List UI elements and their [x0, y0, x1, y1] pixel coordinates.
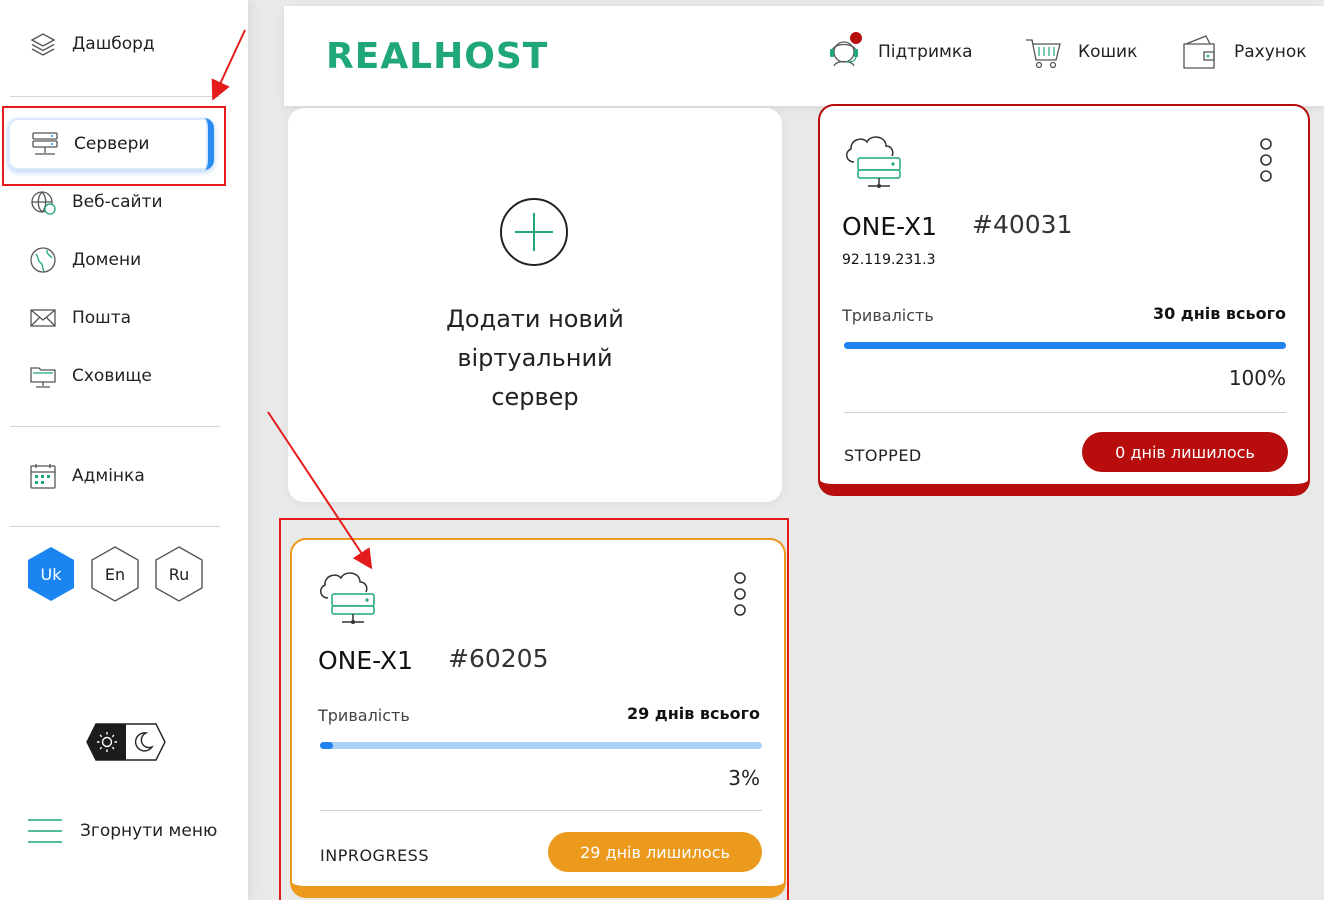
cart-label: Кошик [1078, 42, 1138, 62]
sidebar-item-admin[interactable]: Адмінка [28, 456, 145, 496]
progress-bar [320, 742, 762, 749]
sidebar-item-dashboard[interactable]: Дашборд [28, 24, 155, 64]
server-ip: 92.119.231.3 [842, 252, 936, 268]
progress-fill [320, 742, 334, 749]
support-link[interactable]: Підтримка [822, 30, 973, 74]
divider [320, 810, 762, 811]
cart-icon [1026, 39, 1061, 69]
globe-icon [30, 247, 56, 273]
language-ru-button[interactable]: Ru [153, 545, 205, 603]
days-left-badge[interactable]: 29 днів лишилось [548, 832, 762, 872]
support-agent-icon [830, 32, 862, 67]
notification-dot [850, 32, 862, 44]
sidebar-item-label: Дашборд [72, 34, 155, 54]
progress-bar [844, 342, 1286, 349]
more-options-icon[interactable] [1256, 136, 1276, 184]
divider [844, 412, 1286, 413]
sidebar-item-storage[interactable]: Сховище [28, 356, 152, 396]
websites-icon [31, 191, 56, 215]
more-options-icon[interactable] [730, 570, 750, 618]
sidebar: Дашборд Сервери Веб-сайти Домени Пошта С… [0, 0, 248, 900]
calendar-icon [30, 464, 56, 489]
divider [10, 426, 220, 427]
divider [10, 96, 220, 97]
account-link[interactable]: Рахунок [1178, 30, 1307, 74]
server-id: #60205 [448, 644, 549, 673]
server-card[interactable]: ONE-X1 #60205 Тривалість 29 днів всього … [290, 538, 786, 898]
hamburger-icon [28, 819, 62, 843]
theme-toggle[interactable] [86, 722, 166, 762]
duration-label: Тривалість [318, 706, 410, 725]
server-name: ONE-X1 [318, 646, 413, 675]
collapse-menu-button[interactable]: Згорнути меню [28, 816, 217, 846]
sidebar-item-label: Веб-сайти [72, 192, 163, 212]
cloud-server-icon [320, 572, 375, 624]
sidebar-item-label: Сховище [72, 366, 152, 386]
language-en-button[interactable]: En [89, 545, 141, 603]
sidebar-item-label: Домени [72, 250, 142, 270]
sidebar-item-websites[interactable]: Веб-сайти [28, 182, 163, 222]
storage-icon [30, 367, 56, 388]
header: REALHOST Підтримка Кошик Рахунок [284, 6, 1324, 106]
account-label: Рахунок [1234, 42, 1307, 62]
status-label: STOPPED [844, 446, 922, 465]
server-card[interactable]: ONE-X1 #40031 92.119.231.3 Тривалість 30… [818, 104, 1310, 496]
progress-percent: 3% [728, 766, 760, 790]
cloud-server-icon [846, 136, 901, 188]
cart-link[interactable]: Кошик [1022, 30, 1137, 74]
server-name: ONE-X1 [842, 212, 937, 241]
collapse-menu-label: Згорнути меню [80, 821, 218, 841]
sidebar-item-label: Пошта [72, 308, 132, 328]
duration-total: 29 днів всього [626, 704, 760, 723]
add-server-label: Додати новий віртуальний сервер [446, 305, 624, 411]
server-id: #40031 [972, 210, 1073, 239]
layers-icon [30, 33, 56, 56]
server-icon [32, 132, 58, 155]
progress-percent: 100% [1228, 366, 1286, 390]
plus-icon [500, 198, 568, 266]
duration-total: 30 днів всього [1152, 304, 1286, 323]
mail-icon [30, 309, 56, 327]
divider [10, 526, 220, 527]
sidebar-item-domains[interactable]: Домени [28, 240, 141, 280]
days-left-badge[interactable]: 0 днів лишилось [1082, 432, 1288, 472]
progress-fill [844, 342, 1286, 349]
language-uk-button[interactable]: Uk [25, 545, 77, 603]
sidebar-item-label: Адмінка [72, 466, 145, 486]
add-server-card[interactable]: Додати новий віртуальний сервер [288, 108, 782, 502]
duration-label: Тривалість [842, 306, 934, 325]
wallet-icon [1183, 35, 1215, 69]
support-label: Підтримка [878, 42, 973, 62]
logo[interactable]: REALHOST [326, 36, 548, 77]
status-label: INPROGRESS [320, 846, 429, 865]
sidebar-item-label: Сервери [74, 134, 150, 154]
sidebar-item-mail[interactable]: Пошта [28, 298, 131, 338]
sidebar-item-servers[interactable]: Сервери [8, 118, 214, 170]
